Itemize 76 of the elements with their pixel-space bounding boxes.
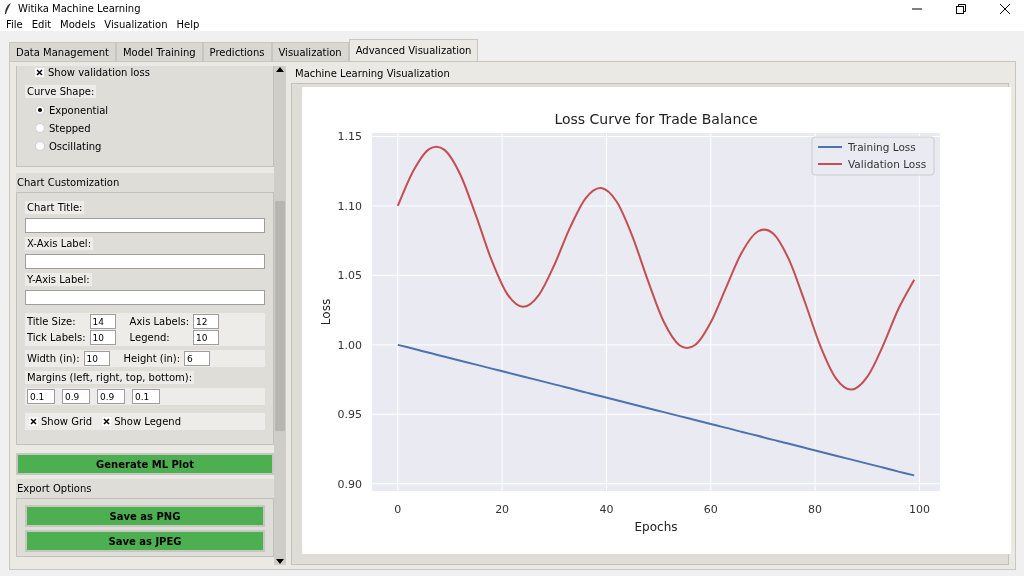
y-tick-label: 1.05 xyxy=(337,269,362,283)
x-tick-label: 0 xyxy=(394,503,402,516)
x-tick-label: 60 xyxy=(703,503,718,516)
save-button[interactable]: Save as JPEG xyxy=(25,530,265,552)
field-label: Curve Shape: xyxy=(25,85,97,98)
tab[interactable]: Model Training xyxy=(115,42,203,61)
menu-item[interactable]: File xyxy=(6,18,23,30)
tab[interactable]: Advanced Visualization xyxy=(348,39,479,61)
y-axis-title: Loss xyxy=(319,298,333,326)
text-field[interactable] xyxy=(25,290,265,305)
checkbox-label: Show validation loss xyxy=(48,66,150,78)
field-label: Title Size: xyxy=(27,316,77,327)
checkbox[interactable] xyxy=(29,417,38,426)
number-field[interactable]: 0.9 xyxy=(97,389,125,404)
legend-label: Training Loss xyxy=(847,141,916,153)
y-tick-label: 1.15 xyxy=(337,130,362,144)
tab[interactable]: Predictions xyxy=(202,42,272,61)
legend-label: Validation Loss xyxy=(848,158,927,170)
radio-label: Exponential xyxy=(49,104,109,116)
field-label: Axis Labels: xyxy=(129,316,190,327)
menu-item[interactable]: Visualization xyxy=(104,18,168,30)
x-tick-label: 40 xyxy=(599,503,614,516)
x-tick-label: 20 xyxy=(495,503,510,516)
radio-button[interactable] xyxy=(35,141,45,151)
checkbox-label: Show Grid xyxy=(41,416,93,427)
radio-button[interactable] xyxy=(35,123,45,133)
number-field[interactable]: 10 xyxy=(193,330,220,345)
window-title: Witika Machine Learning xyxy=(18,3,142,14)
field-label: Height (in): xyxy=(123,353,181,364)
section-title: Chart Customization xyxy=(16,173,274,192)
y-tick-label: 0.90 xyxy=(337,477,362,491)
restore-icon[interactable] xyxy=(956,3,966,14)
save-button[interactable]: Save as PNG xyxy=(25,505,265,527)
field-label: X-Axis Label: xyxy=(25,237,93,250)
field-label: Legend: xyxy=(129,332,171,343)
number-field[interactable]: 10 xyxy=(83,351,110,366)
chart-title: Loss Curve for Trade Balance xyxy=(554,111,758,127)
number-field[interactable]: 12 xyxy=(193,314,220,329)
x-tick-label: 100 xyxy=(908,503,930,516)
scrollbar[interactable] xyxy=(274,66,286,565)
field-label: Margins (left, right, top, bottom): xyxy=(25,371,195,384)
feather-icon xyxy=(4,2,12,15)
field-label: Width (in): xyxy=(27,353,80,364)
checkbox[interactable] xyxy=(35,67,44,77)
scroll-up-icon[interactable] xyxy=(276,66,284,72)
y-tick-label: 0.95 xyxy=(337,408,362,422)
tab[interactable]: Data Management xyxy=(9,42,116,61)
field-label: Tick Labels: xyxy=(27,332,86,343)
checkbox-label: Show Legend xyxy=(114,416,182,427)
number-field[interactable]: 14 xyxy=(89,314,116,329)
y-tick-label: 1.00 xyxy=(337,338,362,352)
y-tick-label: 1.10 xyxy=(337,199,362,213)
number-field[interactable]: 10 xyxy=(89,330,116,345)
field-label: Chart Title: xyxy=(25,201,85,214)
number-field[interactable]: 0.9 xyxy=(62,389,90,404)
tab[interactable]: Visualization xyxy=(271,42,349,61)
radio-label: Stepped xyxy=(49,122,91,134)
section-title: Export Options xyxy=(16,479,274,498)
generate-button[interactable]: Generate ML Plot xyxy=(16,453,274,475)
menu-item[interactable]: Edit xyxy=(31,18,52,30)
panel-title: Machine Learning Visualization xyxy=(294,67,451,81)
field-label: Y-Axis Label: xyxy=(25,273,92,286)
x-tick-label: 80 xyxy=(808,503,823,516)
number-field[interactable]: 6 xyxy=(184,351,211,366)
text-field[interactable] xyxy=(25,218,265,233)
close-icon[interactable] xyxy=(1000,3,1010,14)
number-field[interactable]: 0.1 xyxy=(132,389,160,404)
checkbox[interactable] xyxy=(102,417,112,426)
menu-item[interactable]: Help xyxy=(176,18,200,30)
scroll-down-icon[interactable] xyxy=(276,559,284,565)
x-axis-title: Epochs xyxy=(634,520,678,534)
number-field[interactable]: 0.1 xyxy=(27,389,55,404)
text-field[interactable] xyxy=(25,254,265,269)
radio-label: Oscillating xyxy=(49,140,102,152)
menu-item[interactable]: Models xyxy=(60,18,96,30)
radio-button[interactable] xyxy=(35,105,45,115)
